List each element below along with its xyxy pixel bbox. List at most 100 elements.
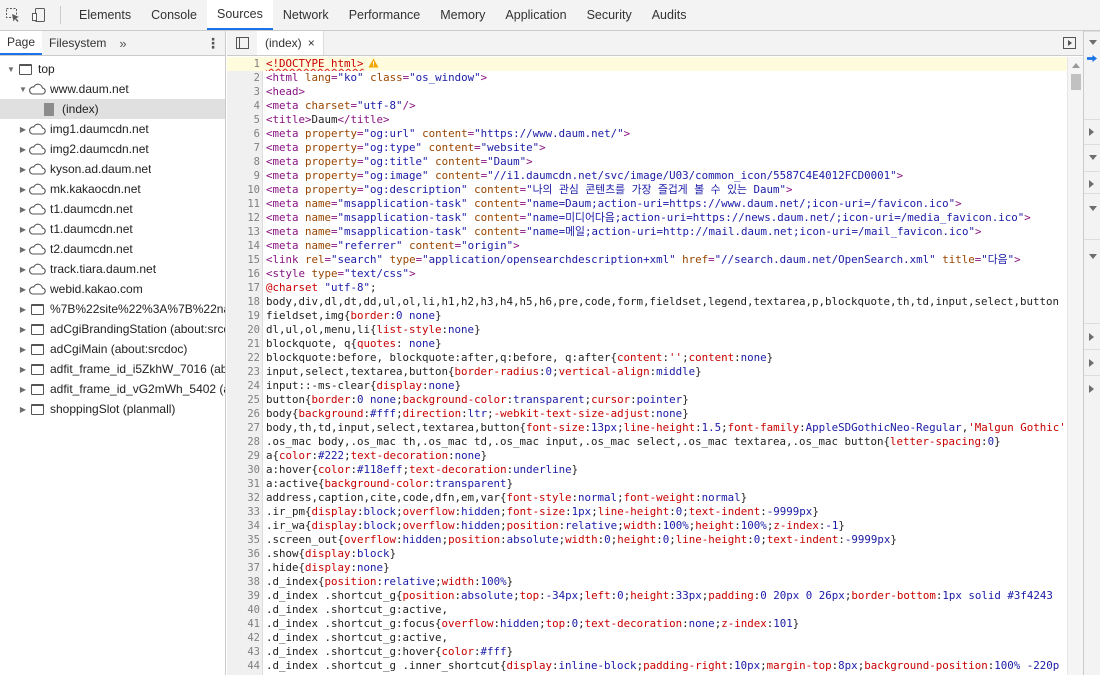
tab-audits[interactable]: Audits xyxy=(642,0,697,30)
line-number[interactable]: 29 xyxy=(227,449,260,463)
code-line[interactable]: 36 .show{display:block} xyxy=(227,547,1067,561)
vertical-scrollbar[interactable] xyxy=(1067,57,1083,675)
expand-right-icon[interactable]: ▶ xyxy=(18,325,28,334)
expand-right-icon[interactable]: ▶ xyxy=(18,125,28,134)
code-line[interactable]: 32 address,caption,cite,code,dfn,em,var{f… xyxy=(227,491,1067,505)
debugger-pane[interactable] xyxy=(1084,119,1100,144)
code-line[interactable]: 17 @charset "utf-8"; xyxy=(227,281,1067,295)
chevron-down-icon[interactable] xyxy=(1089,206,1097,211)
line-number[interactable]: 20 xyxy=(227,323,260,337)
line-number[interactable]: 8 xyxy=(227,155,260,169)
tree-item[interactable]: ▶ img1.daumcdn.net xyxy=(0,119,225,139)
expand-right-icon[interactable]: ▶ xyxy=(18,165,28,174)
expand-right-icon[interactable]: ▶ xyxy=(18,205,28,214)
code-line[interactable]: 16 <style type="text/css"> xyxy=(227,267,1067,281)
code-line[interactable]: 37 .hide{display:none} xyxy=(227,561,1067,575)
code-line[interactable]: 18 body,div,dl,dt,dd,ul,ol,li,h1,h2,h3,h4… xyxy=(227,295,1067,309)
line-number[interactable]: 37 xyxy=(227,561,260,575)
line-number[interactable]: 4 xyxy=(227,99,260,113)
code-line[interactable]: 20 dl,ul,ol,menu,li{list-style:none} xyxy=(227,323,1067,337)
expand-right-icon[interactable]: ▶ xyxy=(18,225,28,234)
line-number[interactable]: 11 xyxy=(227,197,260,211)
code-line[interactable]: 12 <meta name="msapplication-task" conten… xyxy=(227,211,1067,225)
code-line[interactable]: 21 blockquote, q{quotes: none} xyxy=(227,337,1067,351)
expand-right-icon[interactable]: ▶ xyxy=(18,365,28,374)
expand-right-icon[interactable]: ▶ xyxy=(18,265,28,274)
code-line[interactable]: 29 a{color:#222;text-decoration:none} xyxy=(227,449,1067,463)
expand-right-icon[interactable]: ▶ xyxy=(18,185,28,194)
code-line[interactable]: 43 .d_index .shortcut_g:hover{color:#fff} xyxy=(227,645,1067,659)
line-number[interactable]: 31 xyxy=(227,477,260,491)
code-line[interactable]: 3 <head> xyxy=(227,85,1067,99)
line-number[interactable]: 44 xyxy=(227,659,260,673)
line-number[interactable]: 7 xyxy=(227,141,260,155)
code-line[interactable]: 44 .d_index .shortcut_g .inner_shortcut{d… xyxy=(227,659,1067,673)
line-number[interactable]: 42 xyxy=(227,631,260,645)
code-line[interactable]: 30 a:hover{color:#118eff;text-decoration:… xyxy=(227,463,1067,477)
tree-item[interactable]: ▶ track.tiara.daum.net xyxy=(0,259,225,279)
line-number[interactable]: 3 xyxy=(227,85,260,99)
code-line[interactable]: 4 <meta charset="utf-8"/> xyxy=(227,99,1067,113)
line-number[interactable]: 17 xyxy=(227,281,260,295)
code-line[interactable]: 24 input::-ms-clear{display:none} xyxy=(227,379,1067,393)
tab-performance[interactable]: Performance xyxy=(339,0,431,30)
kebab-menu-icon[interactable]: ⋮ xyxy=(201,31,225,55)
expand-down-icon[interactable]: ▼ xyxy=(6,65,16,74)
code-line[interactable]: 40 .d_index .shortcut_g:active, xyxy=(227,603,1067,617)
line-number[interactable]: 36 xyxy=(227,547,260,561)
tree-item[interactable]: ▶ webid.kakao.com xyxy=(0,279,225,299)
code-line[interactable]: 5 <title>Daum</title> xyxy=(227,113,1067,127)
scrollbar-thumb[interactable] xyxy=(1071,74,1081,90)
chevron-right-icon[interactable] xyxy=(1089,385,1094,393)
line-number[interactable]: 9 xyxy=(227,169,260,183)
line-number[interactable]: 43 xyxy=(227,645,260,659)
debugger-pane[interactable] xyxy=(1084,375,1100,401)
line-number[interactable]: 12 xyxy=(227,211,260,225)
expand-right-icon[interactable]: ▶ xyxy=(18,305,28,314)
code-line[interactable]: 25 button{border:0 none;background-color:… xyxy=(227,393,1067,407)
code-line[interactable]: 8 <meta property="og:title" content="Daum… xyxy=(227,155,1067,169)
debugger-pane[interactable] xyxy=(1084,144,1100,171)
chevron-right-icon[interactable] xyxy=(1089,128,1094,136)
line-number[interactable]: 32 xyxy=(227,491,260,505)
scroll-up-icon[interactable] xyxy=(1072,63,1080,68)
line-number[interactable]: 38 xyxy=(227,575,260,589)
line-number[interactable]: 13 xyxy=(227,225,260,239)
tree-item[interactable]: ▶ adCgiMain (about:srcdoc) xyxy=(0,339,225,359)
tree-item[interactable]: ▼ www.daum.net xyxy=(0,79,225,99)
line-number[interactable]: 14 xyxy=(227,239,260,253)
code-line[interactable]: 6 <meta property="og:url" content="https:… xyxy=(227,127,1067,141)
line-number[interactable]: 5 xyxy=(227,113,260,127)
line-number[interactable]: 25 xyxy=(227,393,260,407)
line-number[interactable]: 1 xyxy=(227,57,260,71)
tree-item[interactable]: ▶ t2.daumcdn.net xyxy=(0,239,225,259)
chevron-down-icon[interactable] xyxy=(1089,254,1097,259)
code-line[interactable]: 33 .ir_pm{display:block;overflow:hidden;f… xyxy=(227,505,1067,519)
toggle-navigator-icon[interactable] xyxy=(227,31,257,55)
tree-item[interactable]: ▶ t1.daumcdn.net xyxy=(0,219,225,239)
toggle-debugger-icon[interactable] xyxy=(1055,31,1083,55)
expand-right-icon[interactable]: ▶ xyxy=(18,385,28,394)
chevron-down-icon[interactable] xyxy=(1089,40,1097,45)
resume-icon[interactable] xyxy=(1087,55,1097,62)
line-number[interactable]: 10 xyxy=(227,183,260,197)
line-number[interactable]: 16 xyxy=(227,267,260,281)
tree-item[interactable]: ▼ top xyxy=(0,59,225,79)
file-tab-index[interactable]: (index) × xyxy=(257,31,324,55)
code-line[interactable]: 19 fieldset,img{border:0 none} xyxy=(227,309,1067,323)
line-number[interactable]: 21 xyxy=(227,337,260,351)
tab-security[interactable]: Security xyxy=(577,0,642,30)
device-toolbar-icon[interactable] xyxy=(26,0,52,30)
expand-down-icon[interactable]: ▼ xyxy=(18,85,28,94)
warning-icon[interactable] xyxy=(368,58,379,68)
tab-memory[interactable]: Memory xyxy=(430,0,495,30)
line-number[interactable]: 26 xyxy=(227,407,260,421)
chevron-right-icon[interactable] xyxy=(1089,359,1094,367)
line-number[interactable]: 40 xyxy=(227,603,260,617)
line-number[interactable]: 6 xyxy=(227,127,260,141)
chevron-right-icon[interactable] xyxy=(1089,180,1094,188)
tab-application[interactable]: Application xyxy=(495,0,576,30)
tree-item[interactable]: ▶ adfit_frame_id_vG2mWh_5402 (ab xyxy=(0,379,225,399)
line-number[interactable]: 30 xyxy=(227,463,260,477)
line-number[interactable]: 27 xyxy=(227,421,260,435)
